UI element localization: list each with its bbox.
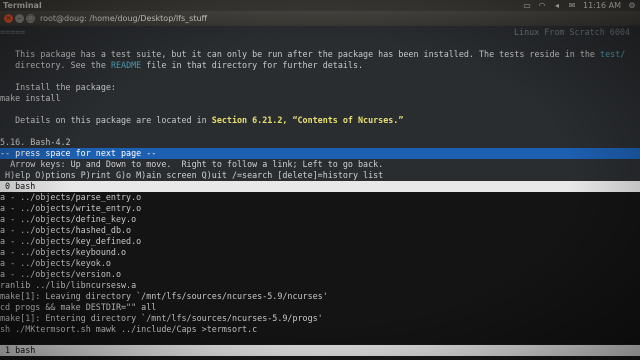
paragraph-text: file in that directory for further detai… [141, 60, 364, 70]
paragraph-line: directory. See the README file in that d… [0, 60, 363, 71]
output-line: cd progs && make DESTDIR="" all [0, 302, 157, 312]
volume-icon[interactable]: ◂ [553, 2, 561, 10]
test-dir-link[interactable]: test/ [600, 49, 625, 59]
mail-icon[interactable]: ✉ [568, 2, 576, 10]
output-line: make[1]: Leaving directory `/mnt/lfs/sou… [0, 291, 328, 301]
tmux-window-tab-1[interactable]: 1 bash [0, 345, 640, 356]
output-line: a - ../objects/hashed_db.o [0, 225, 132, 235]
minimize-icon[interactable]: – [15, 14, 24, 23]
close-icon[interactable]: × [4, 14, 13, 23]
help-line-2: H)elp O)ptions P)rint G)o M)ain screen Q… [0, 170, 384, 180]
page-header-right: Linux From Scratch 6004 [514, 27, 630, 37]
output-line: a - ../objects/define_key.o [0, 214, 137, 224]
section-heading: 5.16. Bash-4.2 [0, 137, 71, 147]
clock[interactable]: 11:16 AM [583, 0, 621, 11]
install-label: Install the package: [0, 82, 116, 92]
maximize-icon[interactable]: □ [26, 14, 35, 23]
status-text: -- press space for next page -- [0, 148, 157, 158]
keyboard-icon[interactable]: ▭ [523, 2, 531, 10]
section-link[interactable]: Section 6.21.2, “Contents of Ncurses.” [212, 115, 404, 125]
page-header-left: ===== [0, 27, 26, 37]
output-line: ranlib ../lib/libncursesw.a [0, 280, 137, 290]
output-line: a - ../objects/key_defined.o [0, 236, 142, 246]
app-name: Terminal [3, 1, 42, 10]
paragraph-text: directory. See the [0, 60, 111, 70]
paragraph-line: Details on this package are located in S… [0, 115, 403, 126]
lynx-status-bar: -- press space for next page -- [0, 148, 640, 159]
gear-icon[interactable]: ⚙ [628, 2, 636, 10]
paragraph-text: This package has a test suite, but it ca… [0, 49, 601, 59]
wifi-icon[interactable]: ◠ [538, 2, 546, 10]
tmux-window-tab-0[interactable]: 0 bash [0, 181, 640, 192]
output-line: a - ../objects/version.o [0, 269, 122, 279]
output-line: sh ./MKtermsort.sh mawk ../include/Caps … [0, 324, 258, 334]
output-line: a - ../objects/parse_entry.o [0, 192, 142, 202]
paragraph-line: This package has a test suite, but it ca… [0, 49, 625, 60]
window-titlebar: × – □ root@doug: /home/doug/Desktop/lfs_… [0, 11, 640, 26]
paragraph-text: Details on this package are located in [0, 115, 212, 125]
top-panel: Terminal ▭ ◠ ◂ ✉ 11:16 AM ⚙ [0, 0, 640, 11]
output-line: a - ../objects/write_entry.o [0, 203, 142, 213]
help-line-1: Arrow keys: Up and Down to move. Right t… [0, 159, 384, 169]
terminal-pane-bottom[interactable]: a - ../objects/parse_entry.o a - ../obje… [0, 192, 640, 344]
readme-link[interactable]: README [111, 60, 141, 70]
output-line: a - ../objects/keyok.o [0, 258, 111, 268]
window-title: root@doug: /home/doug/Desktop/lfs_stuff [40, 14, 208, 23]
output-line: a - ../objects/keybound.o [0, 247, 127, 257]
terminal-pane-top[interactable]: ===== Linux From Scratch 6004 This packa… [0, 26, 640, 181]
install-command: make install [0, 93, 61, 103]
system-tray: ▭ ◠ ◂ ✉ 11:16 AM ⚙ [523, 0, 636, 11]
output-line: make[1]: Entering directory `/mnt/lfs/so… [0, 313, 323, 323]
